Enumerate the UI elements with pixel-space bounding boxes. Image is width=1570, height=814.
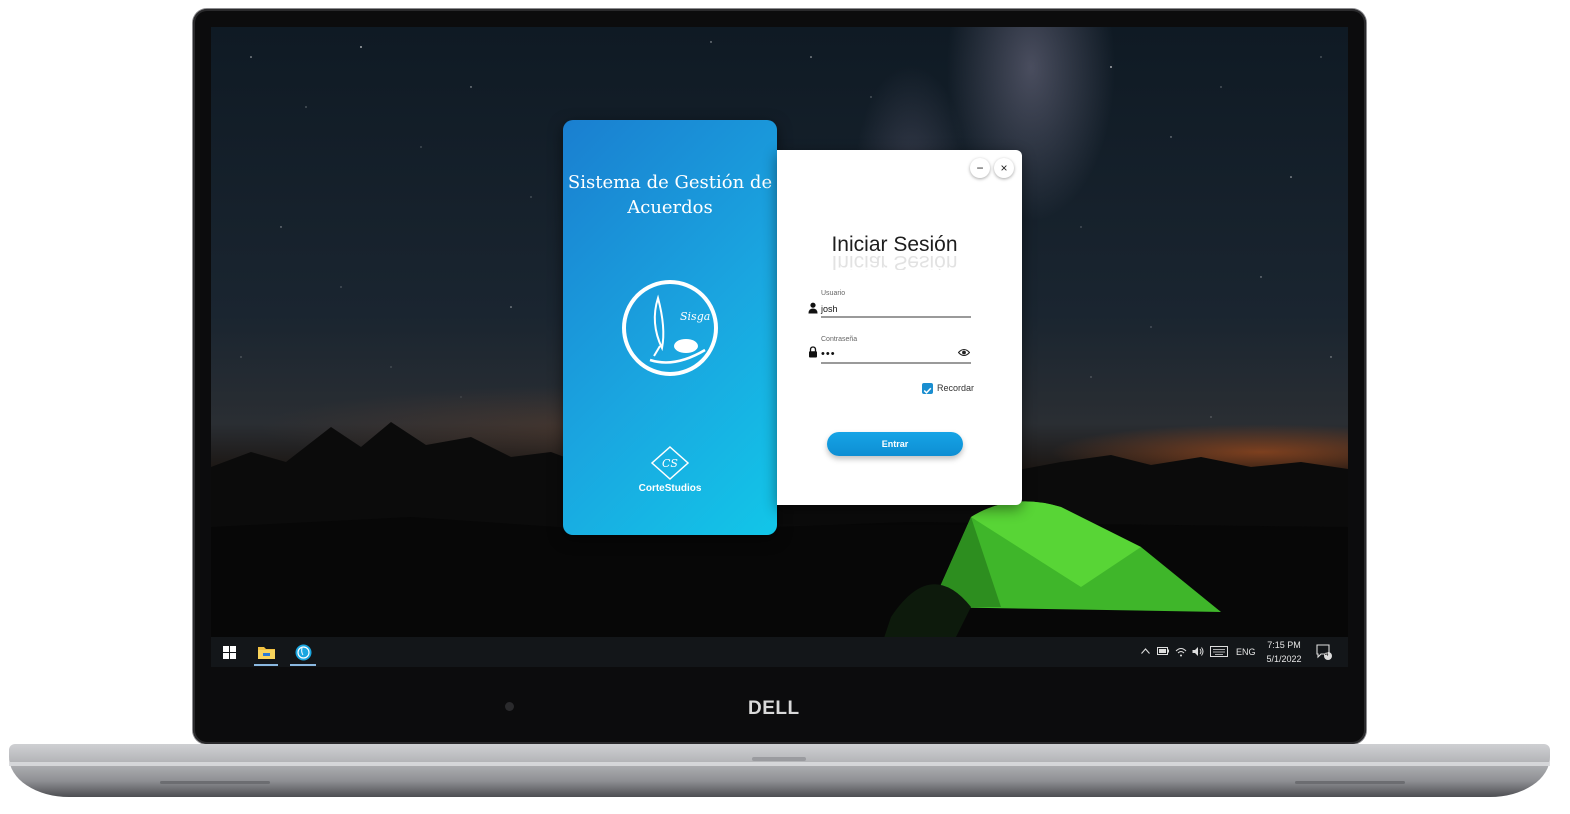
remember-label[interactable]: Recordar (937, 383, 974, 393)
username-input[interactable]: josh (821, 304, 838, 314)
keyboard-icon[interactable] (1210, 646, 1228, 657)
battery-icon[interactable] (1157, 647, 1169, 655)
dell-logo: DELL (748, 698, 800, 716)
lock-icon (809, 346, 817, 358)
language-indicator[interactable]: ENG (1236, 647, 1256, 657)
active-indicator (254, 664, 278, 666)
speaker-vent-right (1295, 781, 1405, 784)
active-indicator (290, 664, 316, 666)
laptop-base (9, 744, 1550, 797)
username-label: Usuario (821, 290, 846, 297)
checkmark-icon (923, 387, 932, 394)
login-title: Iniciar Sesión (831, 233, 958, 256)
folder-icon (257, 647, 275, 659)
minimize-button[interactable]: − (970, 158, 990, 178)
app-title: Sistema de Gestión de Acuerdos (567, 172, 773, 218)
password-input[interactable]: ••• (821, 348, 836, 360)
eye-icon[interactable] (958, 348, 970, 357)
start-button[interactable] (216, 637, 242, 667)
taskbar: ENG 7:15 PM 5/1/2022 4 (211, 637, 1348, 667)
sisga-app-icon (295, 644, 311, 660)
clock-date[interactable]: 5/1/2022 (1263, 654, 1305, 664)
sisga-logo-icon: Sisga (622, 280, 718, 376)
logo-text: Sisga (680, 310, 710, 323)
laptop-base-edge (9, 762, 1550, 766)
enter-button[interactable]: Entrar (827, 432, 963, 456)
password-underline (821, 362, 971, 364)
chevron-up-icon[interactable] (1141, 648, 1150, 654)
login-panel: − × Iniciar Sesión Iniciar Sesión Usuari… (777, 150, 1022, 505)
volume-icon[interactable] (1192, 646, 1204, 657)
remember-checkbox[interactable] (922, 383, 933, 394)
speaker-vent-left (160, 781, 270, 784)
cortestudios-logo-icon: CS (650, 445, 690, 481)
password-label: Contraseña (821, 336, 858, 343)
wifi-icon[interactable] (1175, 646, 1187, 657)
brand-card: Sistema de Gestión de Acuerdos Sisga CS … (563, 120, 777, 535)
studio-name: CorteStudios (638, 483, 702, 494)
username-underline (821, 316, 971, 318)
studio-logo-text: CS (662, 457, 678, 470)
close-button[interactable]: × (994, 158, 1014, 178)
clock-time[interactable]: 7:15 PM (1267, 640, 1301, 650)
user-icon (808, 302, 818, 314)
webcam (505, 702, 514, 711)
laptop-notch (752, 757, 806, 761)
taskbar-sisga-app[interactable] (287, 637, 319, 667)
login-title-reflection: Iniciar Sesión (831, 256, 958, 270)
taskbar-file-explorer[interactable] (251, 637, 281, 667)
notification-icon[interactable] (1316, 644, 1332, 660)
desktop-screen: Sistema de Gestión de Acuerdos Sisga CS … (211, 27, 1348, 667)
notification-count: 4 (1325, 652, 1329, 658)
svg-text:DELL: DELL (748, 698, 800, 716)
windows-icon (222, 645, 236, 659)
